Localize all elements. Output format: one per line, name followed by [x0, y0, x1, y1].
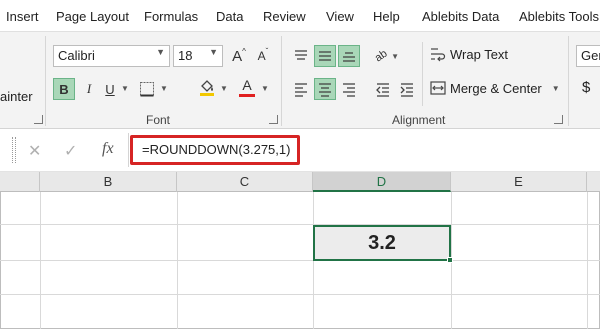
enter-icon[interactable]: ✓	[64, 141, 77, 161]
menu-help[interactable]: Help	[373, 9, 400, 24]
font-color-swatch	[239, 93, 255, 97]
group-separator	[568, 36, 569, 126]
currency-icon[interactable]: $	[582, 79, 590, 96]
row-divider	[0, 224, 600, 225]
menu-formulas[interactable]: Formulas	[144, 9, 198, 24]
align-right-icon	[343, 83, 355, 97]
chevron-down-icon[interactable]: ▼	[121, 84, 129, 93]
borders-button[interactable]	[136, 78, 158, 100]
alignment-group-label: Alignment	[392, 113, 446, 127]
column-divider	[177, 192, 178, 329]
chevron-down-icon[interactable]: ▼	[160, 84, 168, 93]
wrap-text-label: Wrap Text	[450, 46, 509, 62]
merge-center-button[interactable]: Merge & Center ▼	[430, 80, 560, 96]
grow-font-icon: A	[232, 47, 243, 65]
chevron-down-icon: ▼	[551, 83, 560, 93]
borders-icon	[140, 82, 154, 97]
column-header-f[interactable]	[587, 172, 600, 192]
shrink-font-icon: A	[257, 49, 266, 63]
fill-color-button[interactable]	[196, 76, 218, 98]
font-name-value: Calibri	[58, 48, 95, 63]
increase-indent-button[interactable]	[396, 78, 418, 100]
alignment-launcher-icon[interactable]	[554, 115, 563, 124]
orientation-icon: ab	[372, 47, 390, 65]
column-divider	[40, 192, 41, 329]
drag-handle[interactable]	[12, 137, 16, 163]
font-size-value: 18	[178, 48, 193, 63]
underline-button[interactable]: U	[99, 78, 121, 100]
column-header-e[interactable]: E	[451, 172, 587, 192]
merge-center-icon	[430, 81, 446, 95]
font-launcher-icon[interactable]	[269, 115, 278, 124]
menu-page-layout[interactable]: Page Layout	[56, 9, 129, 24]
top-align-icon	[295, 50, 307, 60]
font-size-dropdown[interactable]: 18 ▼	[173, 45, 223, 67]
row-divider	[0, 260, 600, 261]
insert-function-icon[interactable]: fx	[102, 140, 114, 158]
align-left-icon	[295, 83, 307, 97]
row-divider	[0, 294, 600, 295]
clipboard-launcher-icon[interactable]	[34, 115, 43, 124]
chevron-down-icon: ▼	[156, 47, 165, 57]
formula-bar: ✕ ✓ fx =ROUNDDOWN(3.275,1)	[0, 129, 600, 172]
divider	[422, 42, 423, 106]
ribbon: ainter Calibri ▼ 18 ▼ A ^ Aˇ B I U ▼ ▼ ▼ …	[0, 31, 600, 129]
column-header-b[interactable]: B	[40, 172, 177, 192]
font-name-dropdown[interactable]: Calibri ▼	[53, 45, 170, 67]
bold-button[interactable]: B	[53, 78, 75, 100]
cancel-icon[interactable]: ✕	[28, 141, 41, 161]
grow-font-button[interactable]: A ^	[228, 45, 250, 67]
font-color-button[interactable]: A	[236, 76, 258, 98]
menu-review[interactable]: Review	[263, 9, 306, 24]
middle-align-button[interactable]	[314, 45, 336, 67]
align-center-icon	[319, 83, 331, 97]
active-cell-d[interactable]: 3.2	[313, 225, 451, 261]
paint-bucket-icon	[200, 80, 214, 96]
wrap-text-button[interactable]: Wrap Text	[430, 46, 508, 62]
font-group-label: Font	[146, 113, 171, 127]
format-painter-label[interactable]: ainter	[0, 89, 33, 104]
bottom-align-icon	[343, 52, 355, 62]
column-header-d[interactable]: D	[313, 172, 451, 192]
menu-bar: Insert Page Layout Formulas Data Review …	[0, 0, 600, 31]
cell-grid[interactable]	[0, 192, 600, 329]
formula-highlight-box	[130, 135, 300, 165]
chevron-down-icon[interactable]: ▼	[220, 84, 228, 93]
menu-ablebits-tools[interactable]: Ablebits Tools	[519, 9, 599, 24]
menu-view[interactable]: View	[326, 9, 354, 24]
align-center-button[interactable]	[314, 78, 336, 100]
chevron-down-icon: ▼	[391, 51, 400, 61]
column-divider	[587, 192, 588, 329]
align-right-button[interactable]	[338, 78, 360, 100]
decrease-indent-icon	[376, 83, 389, 97]
increase-indent-icon	[400, 83, 413, 97]
middle-align-icon	[319, 51, 331, 61]
wrap-text-icon	[431, 48, 446, 62]
top-align-button[interactable]	[290, 45, 312, 67]
corner-header[interactable]	[0, 172, 40, 192]
group-separator	[45, 36, 46, 126]
orientation-button[interactable]: ab ▼	[372, 45, 402, 67]
fill-handle[interactable]	[447, 257, 453, 263]
shrink-font-button[interactable]: Aˇ	[252, 45, 274, 67]
bottom-align-button[interactable]	[338, 45, 360, 67]
italic-button[interactable]: I	[78, 78, 100, 100]
menu-data[interactable]: Data	[216, 9, 243, 24]
menu-insert[interactable]: Insert	[6, 9, 39, 24]
column-headers: B C D E	[0, 172, 600, 192]
column-header-c[interactable]: C	[177, 172, 313, 192]
number-format-dropdown[interactable]: Ger	[576, 45, 600, 67]
font-color-icon: A	[242, 76, 252, 93]
number-format-value: Ger	[581, 48, 600, 63]
align-left-button[interactable]	[290, 78, 312, 100]
merge-center-label: Merge & Center	[450, 80, 542, 96]
menu-ablebits-data[interactable]: Ablebits Data	[422, 9, 499, 24]
chevron-down-icon[interactable]: ▼	[261, 84, 269, 93]
chevron-down-icon: ▼	[209, 47, 218, 57]
group-separator	[281, 36, 282, 126]
decrease-indent-button[interactable]	[372, 78, 394, 100]
